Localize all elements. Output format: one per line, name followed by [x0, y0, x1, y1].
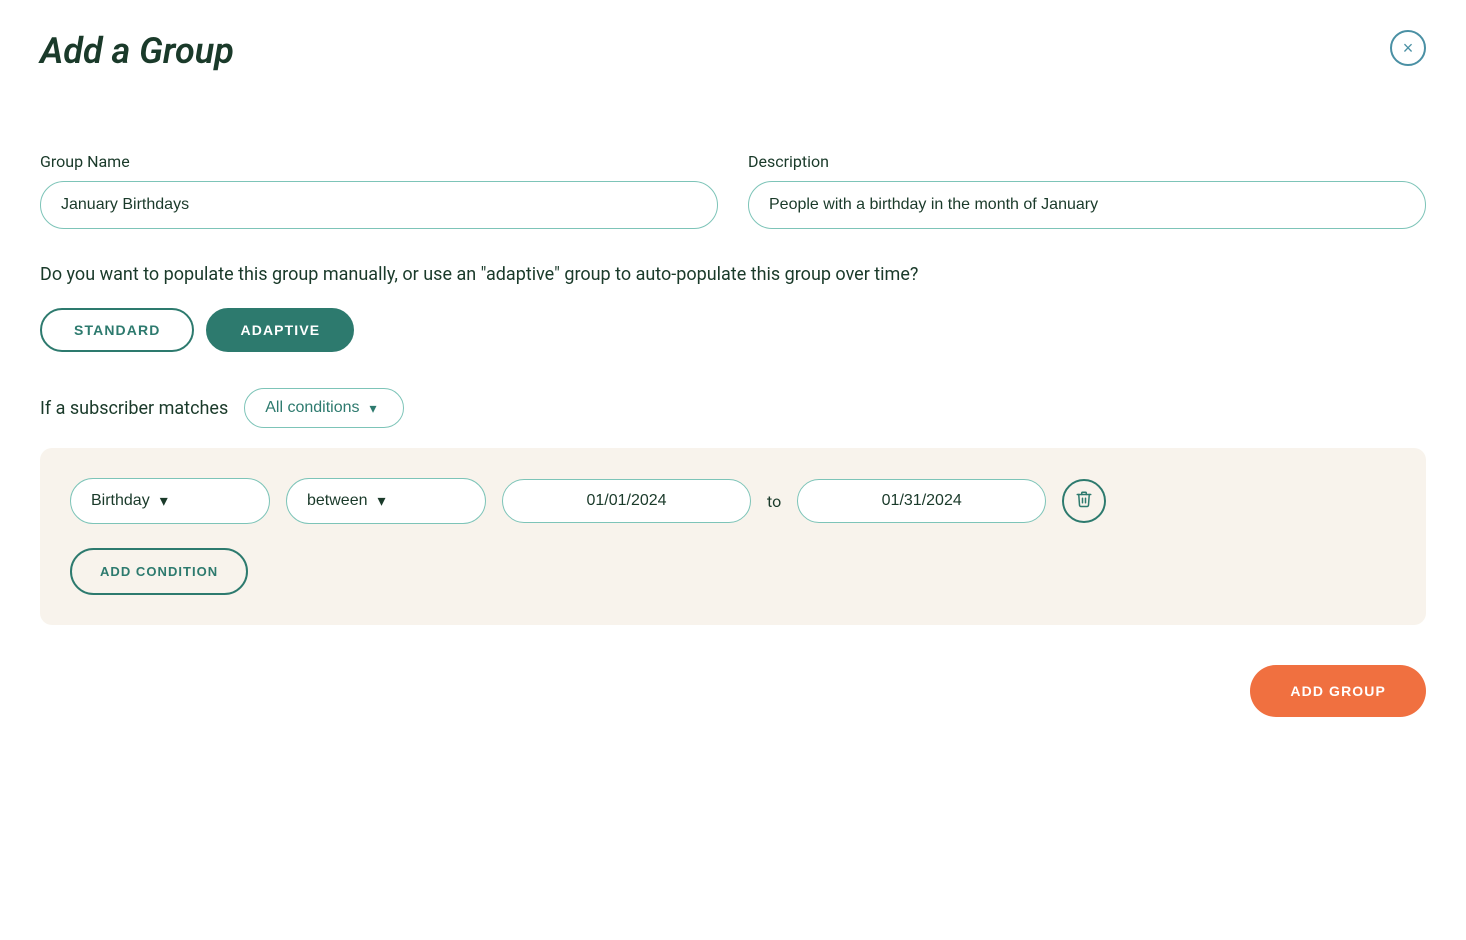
conditions-dropdown[interactable]: All conditions ▾: [244, 388, 404, 428]
population-toggle-group: STANDARD ADAPTIVE: [40, 308, 1426, 352]
condition-field-arrow: ▾: [160, 491, 168, 511]
description-label: Description: [748, 152, 1426, 171]
subscriber-match-row: If a subscriber matches All conditions ▾: [40, 388, 1426, 428]
conditions-dropdown-value: All conditions: [265, 399, 359, 417]
subscriber-match-label: If a subscriber matches: [40, 398, 228, 419]
footer-row: ADD GROUP: [40, 665, 1426, 717]
add-condition-button[interactable]: ADD CONDITION: [70, 548, 248, 595]
condition-row: Birthday ▾ between ▾ to: [70, 478, 1396, 524]
conditions-panel: Birthday ▾ between ▾ to ADD CONDITION: [40, 448, 1426, 625]
delete-condition-button[interactable]: [1062, 479, 1106, 523]
standard-button[interactable]: STANDARD: [40, 308, 194, 352]
description-field-group: Description: [748, 152, 1426, 229]
group-name-label: Group Name: [40, 152, 718, 171]
condition-date-to[interactable]: [797, 479, 1046, 523]
condition-operator-value: between: [307, 492, 368, 510]
condition-operator-dropdown[interactable]: between ▾: [286, 478, 486, 524]
add-group-button[interactable]: ADD GROUP: [1250, 665, 1426, 717]
population-question: Do you want to populate this group manua…: [40, 261, 1426, 288]
conditions-dropdown-arrow: ▾: [370, 400, 377, 417]
adaptive-button[interactable]: ADAPTIVE: [206, 308, 354, 352]
condition-field-value: Birthday: [91, 492, 150, 510]
condition-field-dropdown[interactable]: Birthday ▾: [70, 478, 270, 524]
condition-operator-arrow: ▾: [378, 491, 386, 511]
close-button[interactable]: ×: [1390, 30, 1426, 66]
description-input[interactable]: [748, 181, 1426, 229]
group-name-input[interactable]: [40, 181, 718, 229]
trash-icon: [1075, 490, 1093, 513]
page-title: Add a Group: [40, 30, 234, 72]
condition-date-from[interactable]: [502, 479, 751, 523]
population-section: Do you want to populate this group manua…: [40, 261, 1426, 352]
condition-to-label: to: [767, 492, 781, 511]
group-name-field-group: Group Name: [40, 152, 718, 229]
